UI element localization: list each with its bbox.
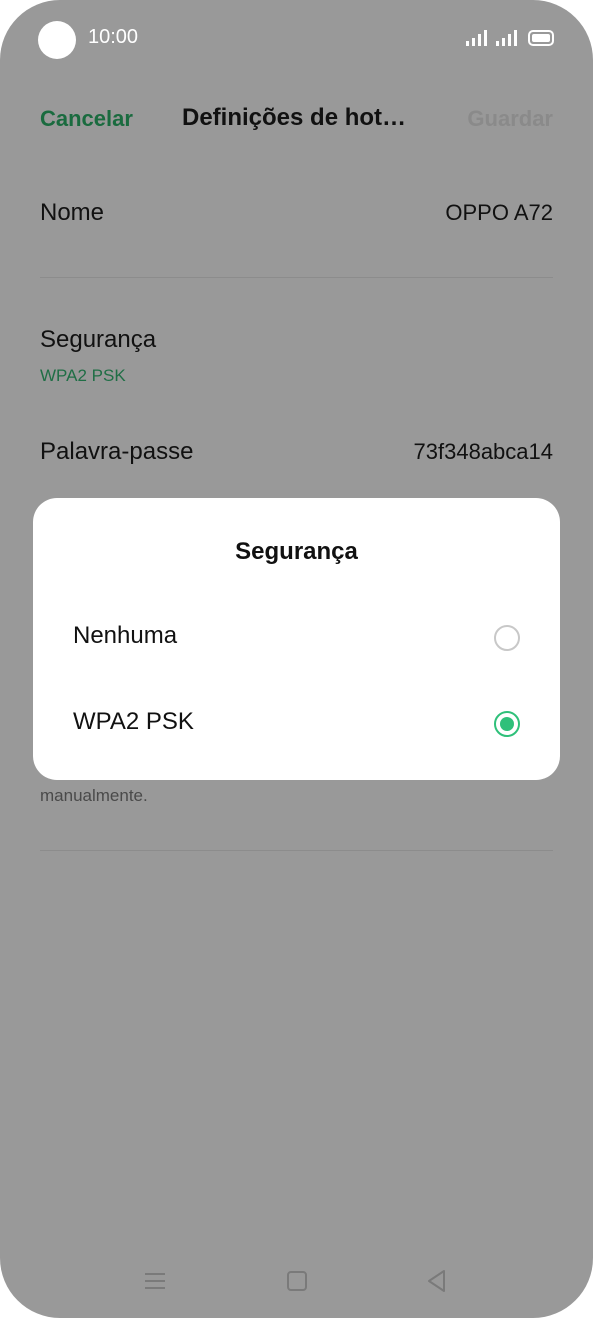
signal-icon — [496, 30, 517, 46]
option-label: WPA2 PSK — [73, 708, 194, 735]
status-bar: 10:00 — [0, 0, 593, 80]
status-time: 10:00 — [88, 26, 139, 48]
front-camera — [38, 21, 76, 59]
password-value: 73f348abca14 — [413, 439, 553, 464]
back-icon[interactable] — [422, 1266, 452, 1296]
divider — [40, 850, 553, 851]
radio-unselected-icon[interactable] — [494, 625, 520, 651]
header: Cancelar Definições de hot… Guardar — [0, 100, 593, 140]
dialog-title: Segurança — [235, 538, 358, 565]
cancel-button[interactable]: Cancelar — [40, 106, 133, 132]
signal-icon — [466, 30, 487, 46]
note-text: manualmente. — [40, 786, 148, 805]
screen: 10:00 Cancelar Definições de hot… Guarda… — [0, 0, 593, 1318]
battery-icon — [528, 30, 554, 46]
security-value: WPA2 PSK — [40, 366, 126, 385]
security-label: Segurança — [40, 326, 157, 353]
navigation-bar — [0, 1260, 593, 1304]
security-dialog: Segurança Nenhuma WPA2 PSK — [33, 498, 560, 780]
divider — [40, 277, 553, 278]
menu-icon[interactable] — [140, 1266, 170, 1296]
option-none[interactable]: Nenhuma — [33, 608, 560, 668]
name-value: OPPO A72 — [445, 200, 553, 225]
home-icon[interactable] — [282, 1266, 312, 1296]
save-button[interactable]: Guardar — [467, 106, 553, 132]
password-label: Palavra-passe — [40, 438, 194, 465]
page-title: Definições de hot… — [182, 104, 407, 131]
radio-selected-icon[interactable] — [494, 711, 520, 737]
option-label: Nenhuma — [73, 622, 178, 649]
option-wpa2-psk[interactable]: WPA2 PSK — [33, 694, 560, 754]
name-label: Nome — [40, 199, 105, 226]
